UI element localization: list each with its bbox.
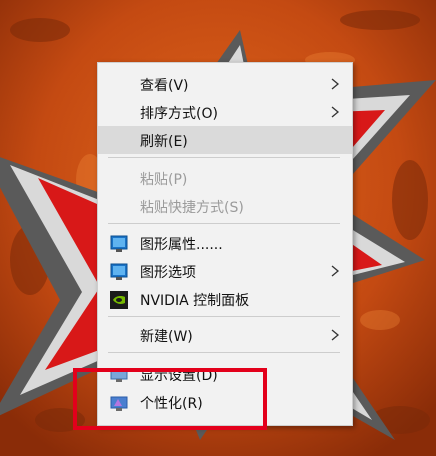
menu-item-paste-shortcut[interactable]: 粘贴快捷方式(S) bbox=[98, 192, 352, 220]
menu-item-graphics-properties[interactable]: 图形属性...... bbox=[98, 229, 352, 257]
menu-item-paste-shortcut-label: 粘贴快捷方式(S) bbox=[140, 200, 244, 216]
menu-item-paste-label: 粘贴(P) bbox=[140, 172, 188, 188]
menu-item-refresh[interactable]: 刷新(E) bbox=[98, 126, 352, 154]
menu-item-sort-by[interactable]: 排序方式(O) bbox=[98, 98, 352, 126]
menu-item-paste[interactable]: 粘贴(P) bbox=[98, 164, 352, 192]
intel-graphics-icon bbox=[110, 235, 128, 252]
menu-item-nvidia-control-panel-label: NVIDIA 控制面板 bbox=[140, 293, 250, 309]
annotation-highlight-box bbox=[73, 368, 267, 430]
menu-item-graphics-properties-label: 图形属性...... bbox=[140, 237, 223, 253]
menu-item-new-label: 新建(W) bbox=[140, 329, 193, 345]
menu-separator bbox=[108, 352, 340, 353]
menu-item-view[interactable]: 查看(V) bbox=[98, 70, 352, 98]
menu-item-nvidia-control-panel[interactable]: NVIDIA 控制面板 bbox=[98, 285, 352, 313]
menu-separator bbox=[108, 157, 340, 158]
menu-item-graphics-options[interactable]: 图形选项 bbox=[98, 257, 352, 285]
menu-item-sort-by-label: 排序方式(O) bbox=[140, 106, 218, 122]
menu-separator bbox=[108, 223, 340, 224]
menu-separator bbox=[108, 316, 340, 317]
menu-item-new[interactable]: 新建(W) bbox=[98, 321, 352, 349]
intel-graphics-icon bbox=[110, 263, 128, 280]
chevron-right-icon bbox=[331, 106, 340, 118]
chevron-right-icon bbox=[331, 265, 340, 277]
nvidia-icon bbox=[110, 291, 128, 309]
chevron-right-icon bbox=[331, 78, 340, 90]
menu-item-graphics-options-label: 图形选项 bbox=[140, 265, 196, 281]
menu-item-view-label: 查看(V) bbox=[140, 78, 189, 94]
chevron-right-icon bbox=[331, 329, 340, 341]
menu-item-refresh-label: 刷新(E) bbox=[140, 134, 188, 150]
